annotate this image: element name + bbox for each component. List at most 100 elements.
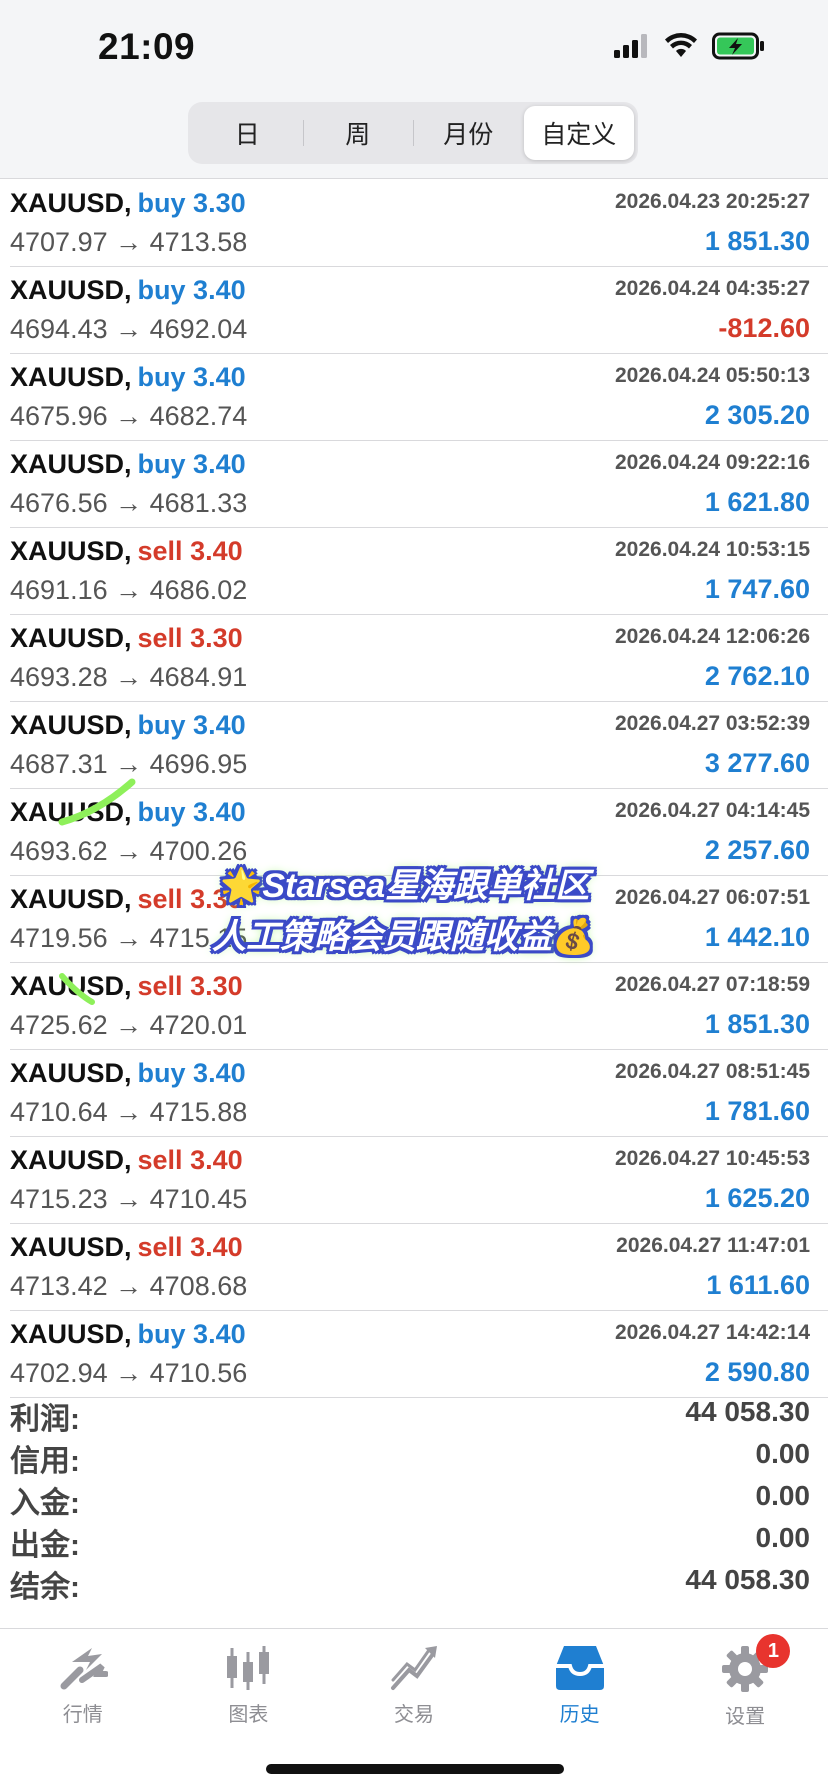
deal-close-price: 4715.88 (149, 1097, 248, 1127)
tab-settings[interactable]: 1 设置 (662, 1630, 828, 1750)
status-bar: 21:09 (0, 0, 828, 90)
deal-row[interactable]: XAUUSD, sell 3.30 2026.04.27 07:18:59 4725.… (10, 963, 828, 1050)
green-highlight-stroke (59, 973, 95, 1005)
deal-open-price: 4687.31 (10, 749, 108, 779)
deal-prices: 4713.42 → 4708.68 (10, 1271, 247, 1302)
deal-side: sell (137, 884, 183, 914)
deal-prices: 4719.56 → 4715.15 (10, 923, 247, 954)
summary-value: 0.00 (755, 1438, 811, 1469)
deal-symbol-line: XAUUSD, sell 3.40 (10, 536, 243, 567)
tab-trade[interactable]: 交易 (331, 1630, 497, 1750)
deal-datetime: 2026.04.24 12:06:26 (615, 625, 810, 648)
deal-volume: 3.30 (190, 623, 243, 653)
deal-symbol-line: XAUUSD, buy 3.40 (10, 362, 246, 393)
deal-row[interactable]: XAUUSD, buy 3.40 2026.04.24 05:50:13 4675.9… (10, 354, 828, 441)
deal-side: sell (137, 1145, 183, 1175)
home-indicator (266, 1764, 564, 1774)
summary-row: 入金: 0.00 (10, 1474, 818, 1520)
tab-trade-label: 交易 (393, 1704, 434, 1726)
deal-row[interactable]: XAUUSD, sell 3.40 2026.04.27 11:47:01 4713.… (10, 1224, 828, 1311)
deal-open-price: 4702.94 (10, 1358, 108, 1388)
deal-datetime: 2026.04.24 09:22:16 (615, 451, 810, 474)
summary-divider (0, 1628, 828, 1629)
deal-open-price: 4693.28 (10, 662, 108, 692)
deal-side: buy (137, 449, 186, 479)
deal-close-price: 4720.01 (149, 1010, 248, 1040)
deal-close-price: 4681.33 (149, 488, 248, 518)
deal-close-price: 4708.68 (149, 1271, 248, 1301)
deal-symbol: XAUUSD, (10, 362, 132, 392)
deal-row[interactable]: XAUUSD, buy 3.40 2026.04.27 03:52:39 4687.3… (10, 702, 828, 789)
summary-value: 44 058.30 (685, 1564, 810, 1595)
deal-row[interactable]: XAUUSD, sell 3.30 2026.04.24 12:06:26 4693.… (10, 615, 828, 702)
deal-row[interactable]: XAUUSD, sell 3.40 2026.04.27 10:45:53 4715.… (10, 1137, 828, 1224)
deal-row[interactable]: XAUUSD, buy 3.40 2026.04.27 14:42:14 4702.9… (10, 1311, 828, 1398)
arrow-icon: → (115, 1358, 143, 1388)
deal-volume: 3.40 (193, 449, 246, 479)
tab-quotes[interactable]: 行情 (0, 1630, 166, 1750)
header: 日 周 月份 自定义 (0, 90, 828, 179)
deal-profit: 1 611.60 (706, 1270, 810, 1300)
deal-close-price: 4684.91 (149, 662, 248, 692)
arrow-icon: → (115, 662, 143, 692)
deal-row[interactable]: XAUUSD, buy 3.30 2026.04.23 20:25:27 4707.9… (10, 180, 828, 267)
deal-profit: 1 442.10 (704, 922, 810, 952)
deal-open-price: 4676.56 (10, 488, 108, 518)
deal-datetime: 2026.04.27 14:42:14 (615, 1321, 810, 1344)
arrow-icon: → (115, 1271, 143, 1301)
tab-history[interactable]: 历史 (497, 1630, 663, 1750)
deal-row[interactable]: XAUUSD, buy 3.40 2026.04.24 09:22:16 4676.5… (10, 441, 828, 528)
arrow-icon: → (115, 227, 143, 257)
deal-datetime: 2026.04.27 11:47:01 (616, 1234, 810, 1257)
arrow-icon: → (115, 575, 143, 605)
deal-symbol-line: XAUUSD, buy 3.40 (10, 1058, 246, 1089)
deal-profit: 1 621.80 (704, 487, 810, 517)
deal-profit: 2 305.20 (704, 400, 810, 430)
segment-week[interactable]: 周 (302, 106, 414, 160)
deal-volume: 3.40 (193, 1319, 246, 1349)
summary-row: 结余: 44 058.30 (10, 1558, 818, 1604)
signal-icon (614, 34, 647, 58)
deal-close-price: 4696.95 (149, 749, 248, 779)
deal-datetime: 2026.04.27 03:52:39 (615, 712, 810, 735)
arrow-icon: → (115, 314, 143, 344)
segment-month[interactable]: 月份 (413, 106, 524, 160)
deal-symbol: XAUUSD, (10, 623, 132, 653)
deal-datetime: 2026.04.27 06:07:51 (615, 886, 810, 909)
deal-symbol: XAUUSD, (10, 1145, 132, 1175)
deal-profit: -812.60 (718, 313, 810, 343)
tab-quotes-label: 行情 (62, 1704, 103, 1726)
deal-profit: 1 625.20 (704, 1183, 810, 1213)
deal-prices: 4693.62 → 4700.26 (10, 836, 247, 867)
deal-close-price: 4713.58 (149, 227, 248, 257)
deal-close-price: 4710.45 (149, 1184, 248, 1214)
deal-prices: 4693.28 → 4684.91 (10, 662, 247, 693)
deal-row[interactable]: XAUUSD, sell 3.40 2026.04.24 10:53:15 4691.… (10, 528, 828, 615)
deal-symbol: XAUUSD, (10, 1058, 132, 1088)
arrow-icon: → (115, 488, 143, 518)
tab-chart[interactable]: 图表 (166, 1630, 332, 1750)
summary-value: 0.00 (755, 1480, 811, 1511)
quotes-icon (60, 1648, 108, 1690)
deal-prices: 4707.97 → 4713.58 (10, 227, 247, 258)
tab-chart-label: 图表 (228, 1704, 269, 1726)
arrow-icon: → (115, 749, 143, 779)
deal-volume: 3.40 (193, 275, 246, 305)
deal-side: sell (137, 971, 183, 1001)
deal-row[interactable]: XAUUSD, buy 3.40 2026.04.27 08:51:45 4710.6… (10, 1050, 828, 1137)
deal-open-price: 4710.64 (10, 1097, 108, 1127)
deal-volume: 3.30 (190, 884, 243, 914)
deal-row[interactable]: XAUUSD, sell 3.30 2026.04.27 06:07:51 4719.… (10, 876, 828, 963)
deal-symbol: XAUUSD, (10, 1319, 132, 1349)
deal-symbol: XAUUSD, (10, 275, 132, 305)
segment-custom[interactable]: 自定义 (523, 106, 634, 160)
arrow-icon: → (115, 923, 143, 953)
segment-day[interactable]: 日 (192, 106, 303, 160)
deal-open-price: 4715.23 (10, 1184, 108, 1214)
deal-profit: 1 747.60 (704, 574, 810, 604)
deal-row[interactable]: XAUUSD, buy 3.40 2026.04.24 04:35:27 4694.4… (10, 267, 828, 354)
deal-close-price: 4710.56 (149, 1358, 248, 1388)
summary-value: 0.00 (755, 1522, 811, 1553)
settings-badge: 1 (756, 1634, 791, 1668)
deal-symbol: XAUUSD, (10, 188, 132, 218)
